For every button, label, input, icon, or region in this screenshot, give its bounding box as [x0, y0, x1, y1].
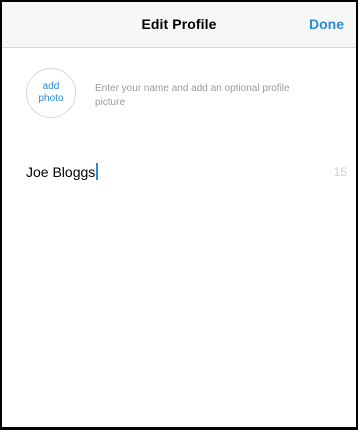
- navigation-bar: Edit Profile Done: [2, 2, 356, 48]
- add-photo-label-line2: photo: [38, 93, 64, 104]
- profile-hint-text: Enter your name and add an optional prof…: [95, 83, 290, 108]
- character-count: 15: [333, 165, 347, 179]
- name-input[interactable]: Joe Bloggs: [26, 162, 326, 182]
- text-cursor: [96, 163, 99, 180]
- done-button[interactable]: Done: [309, 16, 344, 32]
- add-photo-button[interactable]: add photo: [26, 68, 76, 118]
- page-title: Edit Profile: [141, 16, 217, 32]
- name-input-value: Joe Bloggs: [26, 164, 96, 180]
- add-photo-label-line1: add: [42, 81, 60, 92]
- edit-profile-screen: Edit Profile Done add photo Enter your n…: [0, 0, 358, 430]
